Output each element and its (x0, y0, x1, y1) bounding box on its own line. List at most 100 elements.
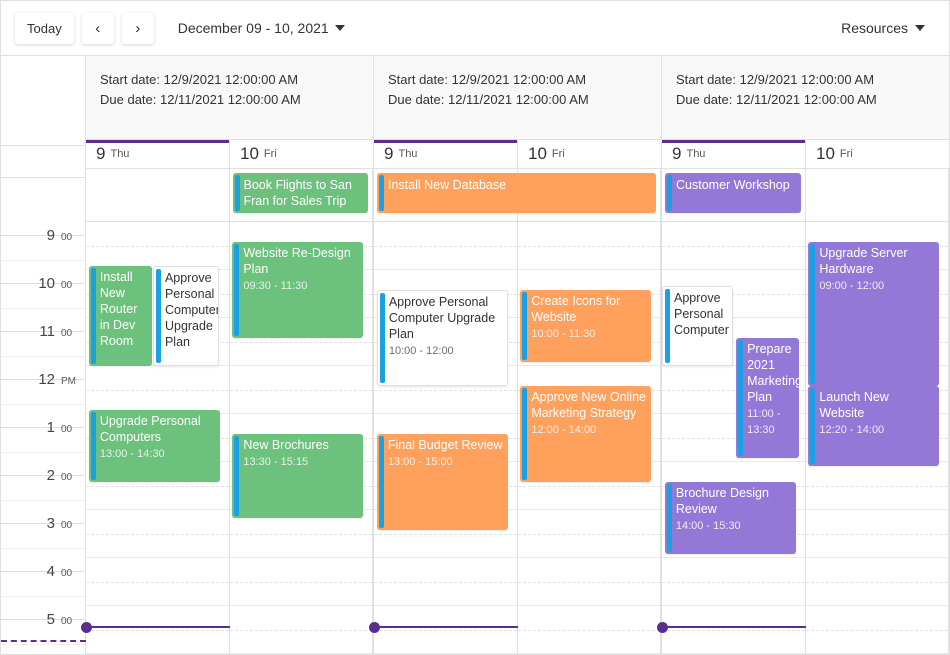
appointment-time: 14:00 - 15:30 (675, 520, 741, 533)
day-column: Upgrade Server Hardware 09:00 - 12:00 Laun… (805, 222, 949, 655)
hour-cell[interactable] (805, 510, 948, 559)
half-hour-divider (374, 390, 517, 392)
hour-cell[interactable] (86, 222, 229, 271)
hour-cell[interactable] (662, 558, 805, 607)
appointment-subject: Upgrade Personal Computers (99, 414, 201, 445)
appointment-time: 10:00 - 11:30 (531, 328, 596, 341)
resources-dropdown[interactable]: Resources (835, 19, 931, 37)
previous-period-button[interactable]: ‹ (81, 12, 114, 44)
appointment[interactable]: Website Re-Design Plan 09:30 - 11:30 (232, 242, 364, 339)
day-header-thu[interactable]: 9 Thu (86, 139, 230, 168)
half-hour-divider (517, 582, 660, 584)
hour-cell[interactable] (805, 606, 948, 655)
appointment-time: 09:00 - 12:00 (819, 280, 885, 293)
day-name: Thu (110, 147, 130, 160)
resource-groups: Start date: 12/9/2021 12:00:00 AM Due dat… (81, 56, 949, 655)
due-date-text: Due date: 12/11/2021 12:00:00 AM (388, 92, 589, 107)
all-day-appointment[interactable]: Customer Workshop (665, 172, 801, 213)
appointment[interactable]: Upgrade Personal Computers 13:00 - 14:30 (88, 410, 220, 483)
half-hour-divider (1, 260, 85, 261)
day-header-thu[interactable]: 9 Thu (374, 139, 518, 168)
time-label-minute: 00 (61, 280, 73, 291)
scheduler-body: 9 00 10 00 11 00 12 PM 1 00 2 00 3 00 4 00 5 00 Start dat… (1, 56, 949, 655)
hour-cell[interactable] (229, 558, 372, 607)
chevron-down-icon (915, 25, 925, 31)
appointment[interactable]: Approve Personal Computer (662, 286, 734, 367)
time-grid: Install New Router in Dev Room Approve Pe… (81, 222, 373, 655)
scheduler-root: Today ‹ › December 09 - 10, 2021 Resourc… (0, 0, 950, 655)
day-number: 10 (816, 143, 835, 163)
appointment-time: 10:00 - 12:00 (388, 345, 454, 358)
appointment-subject: Install New Database (388, 177, 507, 192)
appointment-time: 12:20 - 14:00 (819, 424, 885, 437)
toolbar-right-group: Resources (835, 19, 949, 37)
day-header-fri[interactable]: 10 Fri (230, 139, 373, 168)
hour-cell[interactable] (517, 558, 660, 607)
hour-cell[interactable] (86, 366, 229, 415)
appointment[interactable]: New Brochures 13:30 - 15:15 (232, 434, 364, 519)
hour-cell[interactable] (662, 606, 805, 655)
appointment[interactable]: Approve Personal Computer Upgrade Plan (152, 266, 219, 367)
appointment[interactable]: Launch New Website 12:20 - 14:00 (808, 386, 940, 467)
hour-cell[interactable] (374, 558, 517, 607)
hour-cell[interactable] (517, 222, 660, 271)
half-hour-divider (1, 644, 85, 645)
day-number: 9 (384, 143, 394, 163)
hour-cell[interactable] (229, 366, 372, 415)
chevron-right-icon: › (135, 19, 141, 37)
time-label: 12 PM (38, 371, 81, 388)
chevron-left-icon: ‹ (95, 19, 101, 37)
appointment[interactable]: Final Budget Review 13:00 - 15:00 (376, 434, 508, 531)
hour-cell[interactable] (662, 222, 805, 271)
half-hour-divider (86, 246, 229, 248)
hour-cell[interactable] (86, 606, 229, 655)
all-day-appointment[interactable]: Book Flights to San Fran for Sales Trip (232, 172, 368, 213)
half-hour-divider (86, 486, 229, 488)
appointment[interactable]: Brochure Design Review 14:00 - 15:30 (664, 482, 796, 555)
hour-cell[interactable] (517, 510, 660, 559)
resources-label: Resources (841, 20, 908, 36)
all-day-appointment[interactable]: Install New Database (377, 172, 656, 213)
day-column: Approve Personal Computer Prepare 2021 Ma… (662, 222, 806, 655)
day-header-fri[interactable]: 10 Fri (806, 139, 949, 168)
resource-header: Start date: 12/9/2021 12:00:00 AM Due dat… (374, 56, 661, 140)
appointment[interactable]: Approve Personal Computer Upgrade Plan 10… (376, 290, 508, 387)
hour-cell[interactable] (517, 606, 660, 655)
hour-cell[interactable] (374, 606, 517, 655)
hour-cell[interactable] (229, 606, 372, 655)
appointment[interactable]: Prepare 2021 Marketing Plan 11:00 - 13:30 (736, 338, 799, 459)
half-hour-divider (1, 308, 85, 309)
day-header-fri[interactable]: 10 Fri (518, 139, 661, 168)
hour-cell[interactable] (86, 558, 229, 607)
gutter-resource-spacer (1, 56, 85, 146)
resource-group: Start date: 12/9/2021 12:00:00 AM Due dat… (81, 56, 374, 655)
half-hour-divider (86, 390, 229, 392)
resource-group: Start date: 12/9/2021 12:00:00 AM Due dat… (369, 56, 662, 655)
time-grid: Approve Personal Computer Upgrade Plan 10… (369, 222, 661, 655)
today-button[interactable]: Today (15, 12, 74, 44)
appointment-time: 11:00 - 13:30 (747, 408, 781, 437)
due-date-text: Due date: 12/11/2021 12:00:00 AM (100, 92, 301, 107)
appointment[interactable]: Approve New Online Marketing Strategy 12:… (520, 386, 652, 483)
time-label-minute: 00 (61, 520, 73, 531)
hour-cell[interactable] (86, 510, 229, 559)
date-range-selector[interactable]: December 09 - 10, 2021 (172, 19, 351, 37)
appointment-subject: Book Flights to San Fran for Sales Trip (243, 177, 352, 208)
appointment-subject: Website Re-Design Plan (243, 246, 351, 277)
time-label: 3 00 (47, 515, 81, 532)
time-slot: 5 00 (1, 611, 85, 655)
appointment[interactable]: Install New Router in Dev Room (88, 266, 152, 367)
appointment[interactable]: Upgrade Server Hardware 09:00 - 12:00 (808, 242, 940, 387)
time-label-minute: 00 (61, 616, 73, 627)
next-period-button[interactable]: › (121, 12, 154, 44)
due-date-text: Due date: 12/11/2021 12:00:00 AM (676, 92, 877, 107)
hour-cell[interactable] (374, 222, 517, 271)
appointment[interactable]: Create Icons for Website 10:00 - 11:30 (520, 290, 652, 363)
time-label: 9 00 (47, 227, 81, 244)
hour-cell[interactable] (805, 462, 948, 511)
half-hour-divider (374, 534, 517, 536)
day-header-thu[interactable]: 9 Thu (662, 139, 806, 168)
resource-group: Start date: 12/9/2021 12:00:00 AM Due dat… (657, 56, 949, 655)
time-label-minute: 00 (61, 328, 73, 339)
hour-cell[interactable] (805, 558, 948, 607)
